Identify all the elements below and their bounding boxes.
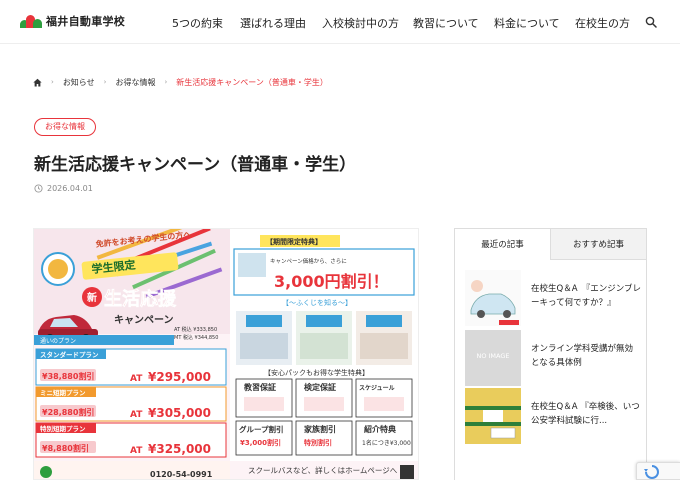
sidebar-tabs: 最近の記事 おすすめ記事 [454, 228, 647, 260]
flyer-price-2: ¥305,000 [148, 406, 211, 420]
plan-mini: ミニ短期プラン ¥28,880割引 AT ¥305,000 [35, 386, 227, 422]
main-nav: 5つの約束 選ばれる理由 入校検討中の方 教習について 料金について 在校生の方 [0, 15, 680, 31]
list-item[interactable]: 在校生Q＆A 『エンジンブレーキって何ですか？』 [465, 270, 645, 326]
post-title[interactable]: 在校生Q＆A 『卒検後、いつ公安学科試験に行... [531, 400, 641, 444]
chevron-right-icon: › [164, 78, 168, 86]
flyer-at-2: AT [130, 410, 143, 420]
flyer-strike-1: ¥38,880割引 [42, 371, 94, 381]
flyer-price-3: ¥325,000 [148, 442, 211, 456]
post-title[interactable]: オンライン学科受講が無効となる具体例 [531, 342, 641, 386]
chevron-right-icon: › [51, 78, 54, 86]
svg-text:新: 新 [87, 291, 97, 304]
home-icon[interactable] [33, 78, 42, 87]
campaign-flyer-image: 免許をお考えの学生の方へ 学生限定 新 生活応援 キャンペーン 通いのプラン A… [33, 228, 419, 480]
list-item[interactable]: 在校生Q＆A 『卒検後、いつ公安学科試験に行... [465, 388, 645, 444]
flyer-box-5-sub: 特別割引 [304, 438, 332, 447]
svg-text:AT 税込 ¥333,850: AT 税込 ¥333,850 [174, 326, 217, 333]
flyer-plan-special: 特別短期プラン [40, 424, 86, 433]
post-thumbnail[interactable]: NO IMAGE [465, 330, 521, 386]
flyer-fukui-know: 【～ふくじを知る～】 [282, 298, 352, 307]
nav-item-students[interactable]: 在校生の方 [575, 15, 630, 31]
tab-recent-posts[interactable]: 最近の記事 [454, 228, 551, 260]
flyer-at-1: AT [130, 374, 143, 384]
flyer-plan-standard: スタンダードプラン [40, 350, 99, 359]
flyer-footer-text: スクールバスなど、詳しくはホームページへ [248, 465, 398, 475]
flyer-anshin-pack: 【安心パックもお得な学生特典】 [264, 368, 369, 377]
svg-text:通いのプラン: 通いのプラン [40, 337, 76, 345]
category-badge[interactable]: お得な情報 [34, 118, 96, 136]
plan-standard: スタンダードプラン ¥38,880割引 AT ¥295,000 [35, 348, 227, 386]
svg-text:キャンペーン価格から、さらに: キャンペーン価格から、さらに [270, 257, 347, 265]
flyer-discount: 3,000円割引！ [274, 272, 389, 291]
svg-text:1名につき¥3,000: 1名につき¥3,000 [362, 439, 411, 447]
flyer-artwork: 免許をお考えの学生の方へ 学生限定 新 生活応援 キャンペーン 通いのプラン A… [34, 229, 418, 479]
flyer-box-2: 検定保証 [304, 382, 336, 392]
flyer-limited-offer-head: 【期間限定特典】 [266, 237, 322, 246]
svg-text:MT 税込 ¥344,850: MT 税込 ¥344,850 [174, 334, 218, 341]
flyer-phone: 0120-54-0991 [150, 470, 213, 479]
flyer-strike-2: ¥28,880割引 [42, 407, 94, 417]
nav-item-fees[interactable]: 料金について [494, 15, 560, 31]
nav-item-promises[interactable]: 5つの約束 [172, 15, 223, 31]
no-image-label: NO IMAGE [476, 352, 510, 360]
car-thumbnail-icon [465, 270, 521, 326]
search-icon[interactable] [645, 16, 657, 28]
post-thumbnail[interactable] [465, 270, 521, 326]
breadcrumb-current: 新生活応援キャンペーン（普通車・学生） [176, 77, 328, 87]
flyer-box-4: グループ割引 [239, 424, 284, 434]
post-date-text: 2026.04.01 [47, 184, 93, 193]
flyer-plan-mini: ミニ短期プラン [40, 388, 86, 397]
flyer-box-1: 教習保証 [243, 382, 276, 392]
flyer-campaign-1: 生活応援 [104, 288, 177, 310]
flyer-box-3: スケジュール [359, 385, 395, 392]
flyer-price-1: ¥295,000 [148, 370, 211, 384]
nav-item-lessons[interactable]: 教習について [413, 15, 479, 31]
flyer-campaign-2: キャンペーン [114, 314, 174, 326]
clock-icon [34, 184, 43, 193]
breadcrumb: › お知らせ › お得な情報 › 新生活応援キャンペーン（普通車・学生） [33, 76, 328, 88]
flyer-strike-3: ¥8,880割引 [42, 443, 89, 453]
recaptcha-badge[interactable] [636, 462, 680, 480]
flyer-at-3: AT [130, 446, 143, 456]
nav-item-reasons[interactable]: 選ばれる理由 [240, 15, 306, 31]
flyer-box-6: 紹介特典 [364, 424, 396, 434]
list-item[interactable]: NO IMAGE オンライン学科受講が無効となる具体例 [465, 330, 645, 386]
breadcrumb-item-deals[interactable]: お得な情報 [115, 77, 155, 88]
flyer-box-5: 家族割引 [304, 424, 336, 434]
page-title: 新生活応援キャンペーン（普通車・学生） [34, 155, 357, 175]
chevron-right-icon: › [103, 78, 107, 86]
post-thumbnail[interactable] [465, 388, 521, 444]
breadcrumb-item-news[interactable]: お知らせ [63, 77, 95, 88]
flyer-box-4-sub: ¥3,000割引 [240, 438, 281, 447]
exam-thumbnail-icon [465, 388, 521, 444]
plan-special: 特別短期プラン ¥8,880割引 AT ¥325,000 [35, 422, 227, 458]
tab-recommended-posts[interactable]: おすすめ記事 [551, 228, 647, 260]
site-header: 福井自動車学校 5つの約束 選ばれる理由 入校検討中の方 教習について 料金につ… [0, 0, 680, 44]
post-title[interactable]: 在校生Q＆A 『エンジンブレーキって何ですか？』 [531, 282, 641, 326]
post-date: 2026.04.01 [34, 184, 93, 193]
nav-item-prospective[interactable]: 入校検討中の方 [322, 15, 399, 31]
recaptcha-icon [644, 465, 659, 479]
